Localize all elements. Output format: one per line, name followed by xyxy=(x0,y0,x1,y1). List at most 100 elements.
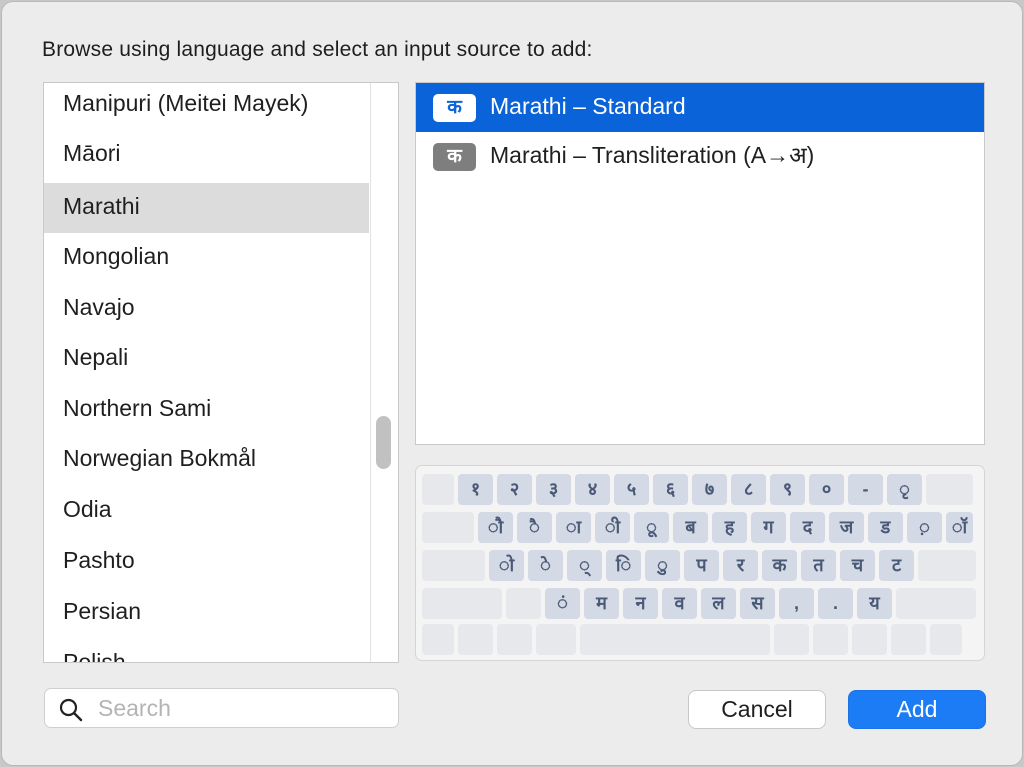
language-item[interactable]: Persian xyxy=(44,588,369,638)
keyboard-key: ब xyxy=(673,512,708,543)
keyboard-layout-preview: १ २ ३ ४ ५ ६ ७ ८ ९ ०-ृौैाीू ब ह ग द ज ड़ॉोे्िु प र क त च टं म न व… xyxy=(415,465,985,661)
language-item[interactable]: Norwegian Bokmål xyxy=(44,435,369,485)
keyboard-modifier-key xyxy=(930,624,962,655)
keyboard-modifier-key xyxy=(458,624,493,655)
language-item-label: Northern Sami xyxy=(63,395,212,421)
language-item-label: Odia xyxy=(63,496,112,522)
input-source-item-selected[interactable]: क Marathi – Standard xyxy=(416,83,984,132)
keyboard-key: , xyxy=(779,588,814,619)
keyboard-modifier-key xyxy=(536,624,576,655)
input-source-item[interactable]: क Marathi – Transliteration (A→अ) xyxy=(416,132,984,181)
keyboard-key: ८ xyxy=(731,474,766,505)
keyboard-key: - xyxy=(848,474,883,505)
keyboard-key: ी xyxy=(595,512,630,543)
keyboard-key: ् xyxy=(567,550,602,581)
keyboard-modifier-key xyxy=(891,624,926,655)
keyboard-key: ट xyxy=(879,550,914,581)
search-icon xyxy=(59,698,83,722)
keyboard-modifier-key xyxy=(926,474,973,505)
keyboard-key: ं xyxy=(545,588,580,619)
keyboard-key: ॉ xyxy=(946,512,973,543)
keyboard-modifier-key xyxy=(774,624,809,655)
keyboard-modifier-key xyxy=(422,512,474,543)
add-input-source-dialog: Browse using language and select an inpu… xyxy=(1,1,1023,766)
add-button[interactable]: Add xyxy=(848,690,986,729)
language-item[interactable]: Northern Sami xyxy=(44,385,369,435)
language-item-label: Mongolian xyxy=(63,243,170,269)
keyboard-key: ै xyxy=(517,512,552,543)
keyboard-key: ० xyxy=(809,474,844,505)
keyboard-key: ु xyxy=(645,550,680,581)
keyboard-key: ृ xyxy=(887,474,922,505)
keyboard-key: ल xyxy=(701,588,736,619)
keyboard-key: न xyxy=(623,588,658,619)
keyboard-modifier-key xyxy=(506,588,541,619)
input-source-icon: क xyxy=(433,143,476,171)
language-item[interactable]: Nepali xyxy=(44,334,369,384)
keyboard-key: म xyxy=(584,588,619,619)
keyboard-key: ग xyxy=(751,512,786,543)
search-input[interactable] xyxy=(98,692,388,724)
language-item[interactable]: Odia xyxy=(44,486,369,536)
keyboard-modifier-key xyxy=(852,624,887,655)
language-item-label: Marathi xyxy=(63,193,140,219)
keyboard-key: ६ xyxy=(653,474,688,505)
language-item[interactable]: Mongolian xyxy=(44,233,369,283)
language-item[interactable]: Navajo xyxy=(44,284,369,334)
input-source-list[interactable]: क Marathi – Standard क Marathi – Transli… xyxy=(415,82,985,445)
input-source-icon: क xyxy=(433,94,476,122)
dialog-prompt: Browse using language and select an inpu… xyxy=(42,38,593,61)
keyboard-key: ह xyxy=(712,512,747,543)
keyboard-modifier-key xyxy=(497,624,532,655)
keyboard-key: ड xyxy=(868,512,903,543)
keyboard-key: ९ xyxy=(770,474,805,505)
search-field[interactable] xyxy=(44,688,399,728)
language-list[interactable]: Manipuri (Meitei Mayek) Māori Marathi Mo… xyxy=(43,82,399,663)
language-item[interactable]: Manipuri (Meitei Mayek) xyxy=(44,83,369,130)
language-item[interactable]: Polish xyxy=(44,639,369,663)
keyboard-key: ७ xyxy=(692,474,727,505)
language-item[interactable]: Māori xyxy=(44,130,369,180)
keyboard-key: ़ xyxy=(907,512,942,543)
language-item-label: Navajo xyxy=(63,294,135,320)
keyboard-key: ो xyxy=(489,550,524,581)
keyboard-modifier-key xyxy=(580,624,770,655)
keyboard-modifier-key xyxy=(813,624,848,655)
keyboard-key: २ xyxy=(497,474,532,505)
language-item[interactable]: Pashto xyxy=(44,537,369,587)
keyboard-key: च xyxy=(840,550,875,581)
keyboard-key: य xyxy=(857,588,892,619)
language-item-label: Māori xyxy=(63,140,121,166)
language-item-label: Persian xyxy=(63,598,141,624)
scrollbar-track xyxy=(370,83,371,662)
keyboard-key: े xyxy=(528,550,563,581)
language-item-label: Manipuri (Meitei Mayek) xyxy=(63,90,309,116)
keyboard-key: ४ xyxy=(575,474,610,505)
language-item-label: Nepali xyxy=(63,344,129,370)
keyboard-modifier-key xyxy=(422,588,502,619)
keyboard-key: ा xyxy=(556,512,591,543)
keyboard-key: . xyxy=(818,588,853,619)
keyboard-modifier-key xyxy=(918,550,976,581)
keyboard-key: व xyxy=(662,588,697,619)
language-item-label: Norwegian Bokmål xyxy=(63,445,257,471)
language-item-label: Polish xyxy=(63,649,126,663)
keyboard-key: र xyxy=(723,550,758,581)
scrollbar-thumb[interactable] xyxy=(376,416,391,469)
language-item-selected[interactable]: Marathi xyxy=(44,183,369,233)
keyboard-key: ज xyxy=(829,512,864,543)
keyboard-key: त xyxy=(801,550,836,581)
input-source-label: Marathi – Transliteration (A→अ) xyxy=(490,142,815,168)
keyboard-key: ५ xyxy=(614,474,649,505)
input-source-label: Marathi – Standard xyxy=(490,93,686,119)
keyboard-key: ३ xyxy=(536,474,571,505)
keyboard-key: ौ xyxy=(478,512,513,543)
language-item-label: Pashto xyxy=(63,547,135,573)
keyboard-key: ू xyxy=(634,512,669,543)
keyboard-key: १ xyxy=(458,474,493,505)
keyboard-key: स xyxy=(740,588,775,619)
keyboard-key: द xyxy=(790,512,825,543)
keyboard-key: ि xyxy=(606,550,641,581)
keyboard-modifier-key xyxy=(896,588,976,619)
cancel-button[interactable]: Cancel xyxy=(688,690,826,729)
